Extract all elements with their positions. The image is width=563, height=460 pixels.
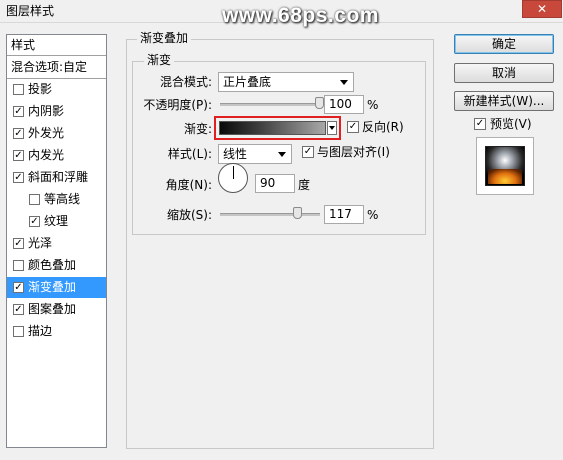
style-list-item[interactable]: ✓ 斜面和浮雕 bbox=[7, 167, 106, 188]
style-list-label: 斜面和浮雕 bbox=[28, 170, 89, 184]
style-checkbox[interactable]: ✓ bbox=[13, 304, 24, 315]
angle-dial[interactable] bbox=[218, 163, 248, 193]
style-checkbox[interactable]: ✓ bbox=[13, 128, 24, 139]
scale-slider-thumb[interactable] bbox=[293, 207, 302, 219]
cancel-button[interactable]: 取消 bbox=[454, 63, 554, 83]
style-list-label: 颜色叠加 bbox=[28, 258, 77, 272]
scale-label: 缩放(S): bbox=[166, 208, 212, 222]
opacity-label: 不透明度(P): bbox=[143, 98, 212, 112]
style-list-label: 图案叠加 bbox=[28, 302, 77, 316]
scale-unit: % bbox=[367, 208, 379, 222]
style-list-label: 光泽 bbox=[28, 236, 53, 250]
style-list-item[interactable]: ✓ 图案叠加 bbox=[7, 299, 106, 320]
preview-checkbox[interactable]: ✓ bbox=[474, 118, 486, 130]
style-checkbox[interactable]: ✓ bbox=[13, 172, 24, 183]
ok-button[interactable]: 确定 bbox=[454, 34, 554, 54]
opacity-slider-thumb[interactable] bbox=[315, 97, 324, 109]
angle-label: 角度(N): bbox=[165, 178, 212, 192]
angle-input[interactable]: 90 bbox=[255, 174, 295, 193]
blend-options-item[interactable]: 混合选项:自定 bbox=[7, 57, 106, 78]
style-value: 线性 bbox=[223, 147, 248, 161]
style-list-label: 等高线 bbox=[44, 192, 81, 206]
align-checkbox[interactable]: ✓ bbox=[302, 146, 314, 158]
style-label: 样式(L): bbox=[167, 147, 212, 161]
close-icon: ✕ bbox=[536, 2, 548, 16]
style-checkbox[interactable] bbox=[13, 326, 24, 337]
style-list-item[interactable]: ✓ 外发光 bbox=[7, 123, 106, 144]
style-preview bbox=[476, 137, 534, 195]
style-list-item[interactable]: ✓ 内发光 bbox=[7, 145, 106, 166]
style-checkbox[interactable]: ✓ bbox=[29, 216, 40, 227]
gradient-swatch[interactable] bbox=[219, 121, 326, 135]
style-list-item[interactable]: 描边 bbox=[7, 321, 106, 342]
blend-mode-select[interactable]: 正片叠底 bbox=[218, 72, 354, 92]
chevron-down-icon bbox=[278, 152, 286, 157]
style-list-item[interactable]: ✓ 内阴影 bbox=[7, 101, 106, 122]
style-list-item[interactable]: 等高线 bbox=[7, 189, 106, 210]
opacity-slider-track[interactable] bbox=[220, 103, 320, 106]
style-list-label: 外发光 bbox=[28, 126, 65, 140]
styles-list: 样式 混合选项:自定 投影 ✓ 内阴影 ✓ 外发光 ✓ 内发光 ✓ 斜面和浮雕等高线 ✓ 纹理 ✓ 光泽… bbox=[6, 34, 107, 448]
style-list-label: 投影 bbox=[28, 82, 53, 96]
styles-header[interactable]: 样式 bbox=[7, 35, 106, 56]
group-title: 渐变叠加 bbox=[137, 31, 192, 45]
check-icon: ✓ bbox=[303, 146, 313, 157]
style-list-label: 描边 bbox=[28, 324, 53, 338]
style-checkbox[interactable] bbox=[13, 260, 24, 271]
style-checkbox[interactable] bbox=[29, 194, 40, 205]
style-select[interactable]: 线性 bbox=[218, 144, 292, 164]
close-button[interactable]: ✕ bbox=[522, 0, 562, 18]
preview-label: 预览(V) bbox=[490, 117, 532, 131]
style-list-label: 渐变叠加 bbox=[28, 280, 77, 294]
reverse-label: 反向(R) bbox=[362, 120, 404, 134]
gradient-label: 渐变: bbox=[183, 122, 212, 136]
style-list-label: 内阴影 bbox=[28, 104, 65, 118]
align-label: 与图层对齐(I) bbox=[317, 145, 390, 159]
style-list-item[interactable]: ✓ 纹理 bbox=[7, 211, 106, 232]
style-checkbox[interactable]: ✓ bbox=[13, 106, 24, 117]
preview-image bbox=[485, 146, 525, 186]
style-list-item[interactable]: 颜色叠加 bbox=[7, 255, 106, 276]
style-checkbox[interactable]: ✓ bbox=[13, 282, 24, 293]
gradient-picker[interactable] bbox=[214, 116, 341, 140]
reverse-checkbox[interactable]: ✓ bbox=[347, 121, 359, 133]
style-list-item[interactable]: ✓ 光泽 bbox=[7, 233, 106, 254]
scale-slider-track[interactable] bbox=[220, 213, 320, 216]
check-icon: ✓ bbox=[475, 118, 485, 129]
style-checkbox[interactable] bbox=[13, 84, 24, 95]
blend-mode-value: 正片叠底 bbox=[223, 75, 272, 89]
watermark: www.68ps.com bbox=[222, 4, 379, 27]
check-icon: ✓ bbox=[348, 121, 358, 132]
style-checkbox[interactable]: ✓ bbox=[13, 238, 24, 249]
subgroup-title: 渐变 bbox=[144, 53, 175, 67]
style-checkbox[interactable]: ✓ bbox=[13, 150, 24, 161]
opacity-unit: % bbox=[367, 98, 379, 112]
scale-input[interactable]: 117 bbox=[324, 205, 364, 224]
window-title: 图层样式 bbox=[6, 4, 55, 18]
preview-fire bbox=[488, 169, 522, 184]
style-list-label: 内发光 bbox=[28, 148, 65, 162]
style-list-item[interactable]: ✓ 渐变叠加 bbox=[7, 277, 106, 298]
style-list-label: 纹理 bbox=[44, 214, 69, 228]
gradient-dropdown-icon[interactable] bbox=[327, 121, 337, 135]
opacity-input[interactable]: 100 bbox=[324, 95, 364, 114]
angle-unit: 度 bbox=[298, 178, 311, 192]
new-style-button[interactable]: 新建样式(W)... bbox=[454, 91, 554, 111]
chevron-down-icon bbox=[340, 80, 348, 85]
style-list-item[interactable]: 投影 bbox=[7, 79, 106, 100]
angle-needle bbox=[233, 166, 234, 179]
blend-mode-label: 混合模式: bbox=[159, 75, 212, 89]
